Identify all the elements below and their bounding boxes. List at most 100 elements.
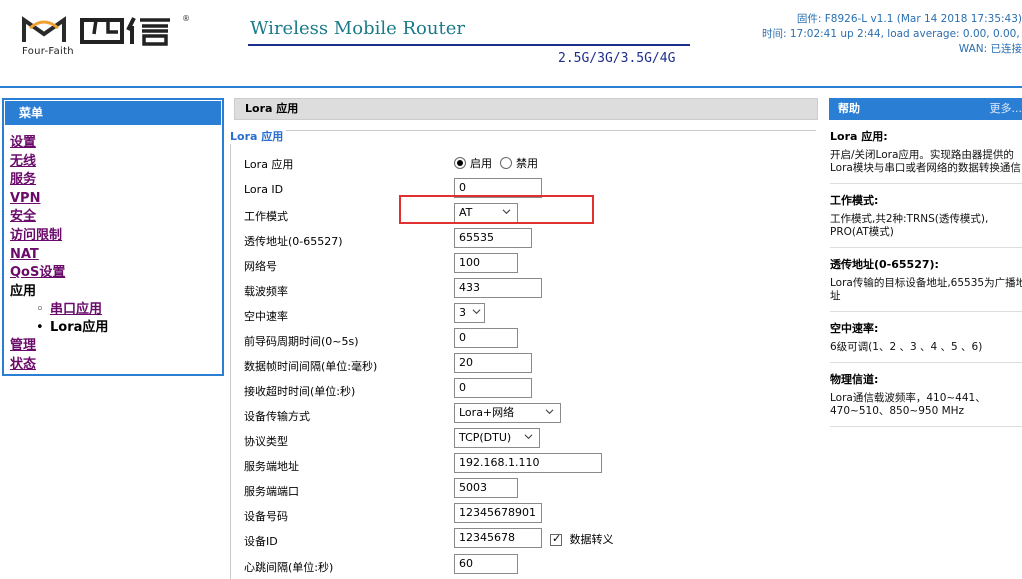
help-section-work-mode: 工作模式: 工作模式,共2种:TRNS(透传模式), PRO(AT模式) [829, 194, 1022, 248]
menu-item-administration[interactable]: 管理 [10, 337, 222, 356]
frame-interval-input[interactable]: 20 [454, 353, 532, 373]
menu-item-status[interactable]: 状态 [10, 356, 222, 375]
help-panel: 帮助 更多... Lora 应用: 开启/关闭Lora应用。实现路由器提供的Lo… [829, 98, 1022, 579]
preamble-input[interactable]: 0 [454, 328, 518, 348]
row-preamble: 前导码周期时间(0~5s) 0 [244, 328, 804, 352]
row-dev-no: 设备号码 12345678901 [244, 503, 804, 527]
uptime-text: 时间: 17:02:41 up 2:44, load average: 0.00… [762, 28, 1022, 40]
dev-no-label: 设备号码 [244, 510, 288, 523]
menu-item-setup[interactable]: 设置 [10, 134, 222, 153]
help-section-title: 物理信道: [830, 373, 879, 386]
recv-timeout-label: 接收超时时间(单位:秒) [244, 385, 356, 398]
help-more-link[interactable]: 更多... [990, 98, 1022, 120]
data-escape-checkbox-wrap: 数据转义 [550, 531, 614, 547]
protocol-label: 协议类型 [244, 435, 288, 448]
menu-item-applications: 应用 [10, 283, 37, 299]
dev-no-input[interactable]: 12345678901 [454, 503, 542, 523]
four-faith-logo: Four-Faith ® [20, 14, 190, 62]
protocol-value: TCP(DTU) [459, 431, 512, 444]
lora-app-enable-radio[interactable] [454, 157, 466, 169]
air-rate-select[interactable]: 3 [454, 303, 485, 323]
help-section-air-rate: 空中速率: 6级可调(1、2 、3 、4 、5 、6) [829, 322, 1022, 363]
menu-item-wireless[interactable]: 无线 [10, 153, 222, 172]
air-rate-label: 空中速率 [244, 310, 288, 323]
help-section-title: Lora 应用: [830, 130, 888, 143]
app-title: Wireless Mobile Router [250, 18, 465, 39]
fieldset-legend: Lora 应用 [230, 128, 287, 144]
carrier-freq-input[interactable]: 433 [454, 278, 542, 298]
help-section-text: 6级可调(1、2 、3 、4 、5 、6) [830, 341, 983, 353]
help-section-text: 工作模式,共2种:TRNS(透传模式), PRO(AT模式) [830, 213, 989, 238]
row-lora-app: Lora 应用 启用 禁用 [244, 151, 804, 175]
help-section-trans-addr: 透传地址(0-65527): Lora传输的目标设备地址,65535为广播地址 [829, 258, 1022, 312]
row-server-addr: 服务端地址 192.168.1.110 [244, 453, 804, 477]
trans-addr-input[interactable]: 65535 [454, 228, 532, 248]
help-section-text: 开启/关闭Lora应用。实现路由器提供的Lora模块与串口或者网络的数据转换通信 [830, 149, 1021, 174]
row-trans-addr: 透传地址(0-65527) 65535 [244, 228, 804, 252]
firmware-text: 固件: F8926-L v1.1 (Mar 14 2018 17:35:43) [796, 13, 1022, 25]
heartbeat-input[interactable]: 60 [454, 554, 518, 574]
chevron-down-icon [472, 309, 481, 315]
row-heartbeat: 心跳间隔(单位:秒) 60 [244, 554, 804, 578]
server-port-input[interactable]: 5003 [454, 478, 518, 498]
row-net-no: 网络号 100 [244, 253, 804, 277]
lora-id-input[interactable]: 0 [454, 178, 542, 198]
row-server-port: 服务端端口 5003 [244, 478, 804, 502]
data-escape-label[interactable]: 数据转义 [570, 533, 614, 546]
row-frame-interval: 数据帧时间间隔(单位:毫秒) 20 [244, 353, 804, 377]
data-escape-checkbox[interactable] [550, 532, 562, 546]
help-divider [830, 247, 1022, 248]
work-mode-label: 工作模式 [244, 210, 288, 223]
row-carrier-freq: 载波频率 433 [244, 278, 804, 302]
brand-subtext: Four-Faith [22, 46, 74, 57]
lora-app-disable-radio[interactable] [500, 157, 512, 169]
help-section-title: 透传地址(0-65527): [830, 258, 939, 271]
help-header: 帮助 更多... [829, 98, 1022, 120]
content-header: Lora 应用 [234, 98, 818, 120]
menu-item-access-restrictions[interactable]: 访问限制 [10, 227, 222, 246]
lora-app-label: Lora 应用 [244, 158, 294, 171]
heartbeat-label: 心跳间隔(单位:秒) [244, 561, 334, 574]
net-no-label: 网络号 [244, 260, 277, 273]
chevron-down-icon [502, 209, 511, 215]
help-section-lora-app: Lora 应用: 开启/关闭Lora应用。实现路由器提供的Lora模块与串口或者… [829, 130, 1022, 184]
menu-item-qos[interactable]: QoS设置 [10, 264, 222, 283]
menu-item-vpn[interactable]: VPN [10, 190, 222, 209]
help-divider [830, 311, 1022, 312]
menu-item-security[interactable]: 安全 [10, 208, 222, 227]
lora-app-disable-label[interactable]: 禁用 [516, 155, 538, 171]
help-title: 帮助 [838, 102, 860, 115]
menu-item-nat[interactable]: NAT [10, 246, 222, 265]
row-air-rate: 空中速率 3 [244, 303, 804, 327]
help-section-title: 空中速率: [830, 322, 879, 335]
menu-list: 设置 无线 服务 VPN 安全 访问限制 NAT QoS设置 应用 串口应用 L… [4, 126, 222, 375]
submenu-item-serial-app[interactable]: 串口应用 [36, 301, 222, 319]
preamble-label: 前导码周期时间(0~5s) [244, 335, 359, 348]
row-lora-id: Lora ID 0 [244, 178, 804, 202]
dev-trans-value: Lora+网络 [459, 406, 515, 419]
recv-timeout-input[interactable]: 0 [454, 378, 532, 398]
server-addr-label: 服务端地址 [244, 460, 299, 473]
carrier-freq-label: 载波频率 [244, 285, 288, 298]
help-divider [830, 362, 1022, 363]
row-work-mode: 工作模式 AT [244, 203, 804, 227]
menu-item-services[interactable]: 服务 [10, 171, 222, 190]
net-no-input[interactable]: 100 [454, 253, 518, 273]
row-dev-trans: 设备传输方式 Lora+网络 [244, 403, 804, 427]
air-rate-value: 3 [459, 306, 466, 319]
dev-trans-select[interactable]: Lora+网络 [454, 403, 561, 423]
dev-id-input[interactable]: 12345678 [454, 528, 542, 548]
help-section-channel: 物理信道: Lora通信载波频率，410~441、470~510、850~950… [829, 373, 1022, 427]
work-mode-select[interactable]: AT [454, 203, 518, 223]
menu-title: 菜单 [5, 101, 221, 125]
protocol-select[interactable]: TCP(DTU) [454, 428, 540, 448]
wan-status: WAN: 已连接 [958, 43, 1022, 55]
server-port-label: 服务端端口 [244, 485, 299, 498]
trans-addr-label: 透传地址(0-65527) [244, 235, 343, 248]
server-addr-input[interactable]: 192.168.1.110 [454, 453, 602, 473]
chevron-down-icon [524, 434, 533, 440]
work-mode-value: AT [459, 206, 473, 219]
submenu-item-lora-app[interactable]: Lora应用 [36, 319, 222, 337]
main-content: Lora 应用 Lora 应用 Lora 应用 启用 禁用 Lora ID 0 … [230, 98, 818, 579]
lora-app-enable-label[interactable]: 启用 [470, 155, 492, 171]
